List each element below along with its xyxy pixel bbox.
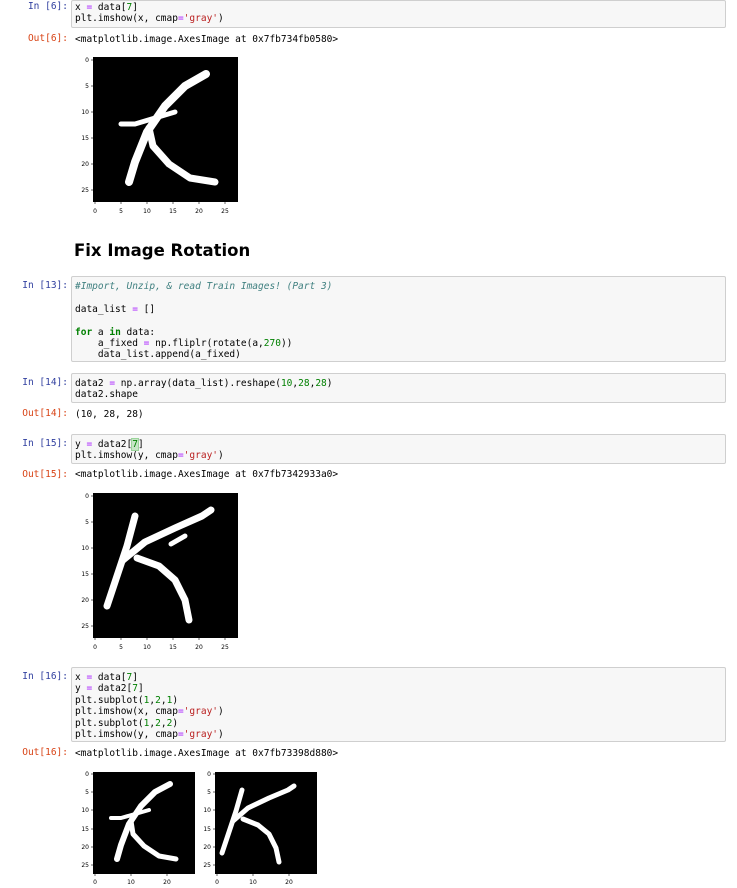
y-tick-label: 10 (81, 807, 89, 814)
section-heading: Fix Image Rotation (74, 241, 251, 260)
code-line: data2.shape (75, 389, 138, 401)
code-line: plt.imshow(y, cmap='gray') (75, 450, 224, 462)
y-tick-label: 10 (203, 807, 211, 814)
x-tick-label: 20 (285, 879, 293, 886)
x-axis-ticks: 0 5 10 15 20 25 (93, 638, 229, 651)
out-prompt-15: Out[15]: (22, 469, 68, 480)
code-line: for a in data: (75, 326, 156, 338)
y-tick-label: 15 (81, 135, 89, 142)
subplot-rotated: 0 5 10 15 20 25 0 10 20 (203, 771, 317, 886)
x-tick-label: 5 (119, 208, 123, 215)
in-prompt-13: In [13]: (22, 280, 68, 291)
x-tick-label: 25 (221, 644, 229, 651)
code-line: a_fixed = np.fliplr(rotate(a,270)) (75, 337, 293, 349)
y-tick-label: 20 (203, 844, 211, 851)
x-tick-label: 25 (221, 208, 229, 215)
y-tick-label: 5 (85, 789, 89, 796)
y-tick-label: 15 (81, 571, 89, 578)
code-line: x = data[7] (75, 2, 138, 13)
x-tick-label: 10 (249, 879, 257, 886)
x-axis-ticks: 0 5 10 15 20 25 (93, 202, 229, 215)
y-tick-label: 25 (203, 862, 211, 869)
y-tick-label: 25 (81, 623, 89, 630)
y-tick-label: 0 (85, 493, 89, 500)
x-axis-ticks: 0 10 20 (93, 874, 171, 886)
out-prompt-16: Out[16]: (22, 747, 68, 758)
code-line: plt.imshow(x, cmap='gray') (75, 13, 224, 25)
x-tick-label: 15 (169, 644, 177, 651)
x-tick-label: 20 (195, 644, 203, 651)
code-line: x = data[7] (75, 672, 138, 683)
y-tick-label: 10 (81, 545, 89, 552)
code-line: y = data2[7] (75, 438, 144, 451)
image-canvas (93, 493, 238, 638)
x-tick-label: 0 (215, 879, 219, 886)
in-prompt-14: In [14]: (22, 377, 68, 388)
x-tick-label: 10 (127, 879, 135, 886)
x-tick-label: 0 (93, 644, 97, 651)
code-line: plt.subplot(1,2,2) (75, 717, 179, 729)
y-tick-label: 20 (81, 597, 89, 604)
x-tick-label: 10 (143, 208, 151, 215)
x-tick-label: 20 (163, 879, 171, 886)
code-line: #Import, Unzip, & read Train Images! (Pa… (75, 281, 333, 292)
out-prompt-6: Out[6]: (27, 33, 68, 44)
image-plot-2: 0 5 10 15 20 25 0 5 10 15 20 25 (81, 493, 238, 651)
code-line: plt.imshow(y, cmap='gray') (75, 728, 224, 740)
y-tick-label: 25 (81, 862, 89, 869)
code-line: plt.subplot(1,2,1) (75, 694, 179, 706)
code-cell-14[interactable]: data2 = np.array(data_list).reshape(10,2… (71, 373, 726, 403)
y-tick-label: 5 (207, 789, 211, 796)
y-tick-label: 15 (81, 826, 89, 833)
y-tick-label: 20 (81, 161, 89, 168)
code-cell-13[interactable]: #Import, Unzip, & read Train Images! (Pa… (71, 276, 726, 362)
in-prompt-16: In [16]: (22, 671, 68, 682)
y-axis-ticks: 0 5 10 15 20 25 (81, 57, 93, 194)
x-tick-label: 20 (195, 208, 203, 215)
image-canvas (93, 772, 195, 874)
x-tick-label: 0 (93, 879, 97, 886)
image-plot-1: 0 5 10 15 20 25 0 5 10 15 20 25 (81, 57, 238, 215)
x-tick-label: 5 (119, 644, 123, 651)
in-prompt-6: In [6]: (27, 1, 68, 12)
code-line: data_list = [] (75, 303, 156, 315)
code-line: y = data2[7] (75, 683, 144, 695)
y-tick-label: 10 (81, 109, 89, 116)
y-tick-label: 5 (85, 519, 89, 526)
y-tick-label: 0 (85, 57, 89, 64)
output-text-6: <matplotlib.image.AxesImage at 0x7fb734f… (75, 34, 339, 45)
code-line: data_list.append(a_fixed) (75, 349, 241, 361)
in-prompt-15: In [15]: (22, 438, 68, 449)
y-tick-label: 15 (203, 826, 211, 833)
x-axis-ticks: 0 10 20 (215, 874, 293, 886)
y-tick-label: 5 (85, 83, 89, 90)
x-tick-label: 15 (169, 208, 177, 215)
y-tick-label: 0 (207, 771, 211, 778)
x-tick-label: 0 (93, 208, 97, 215)
y-tick-label: 25 (81, 187, 89, 194)
x-tick-label: 10 (143, 644, 151, 651)
y-axis-ticks: 0 5 10 15 20 25 (203, 771, 215, 869)
code-line: plt.imshow(x, cmap='gray') (75, 706, 224, 718)
y-tick-label: 0 (85, 771, 89, 778)
code-cell-16[interactable]: x = data[7] y = data2[7] plt.subplot(1,2… (71, 667, 726, 742)
output-text-16: <matplotlib.image.AxesImage at 0x7fb7339… (75, 748, 339, 759)
code-cell-15[interactable]: y = data2[7] plt.imshow(y, cmap='gray') (71, 434, 726, 464)
y-tick-label: 20 (81, 844, 89, 851)
y-axis-ticks: 0 5 10 15 20 25 (81, 493, 93, 630)
output-text-15: <matplotlib.image.AxesImage at 0x7fb7342… (75, 469, 339, 480)
out-prompt-14: Out[14]: (22, 408, 68, 419)
code-cell-6[interactable]: x = data[7] plt.imshow(x, cmap='gray') (71, 0, 726, 28)
output-text-14: (10, 28, 28) (75, 409, 144, 420)
y-axis-ticks: 0 5 10 15 20 25 (81, 771, 93, 869)
code-line: data2 = np.array(data_list).reshape(10,2… (75, 378, 333, 389)
subplot-original: 0 5 10 15 20 25 0 10 20 (81, 771, 195, 886)
